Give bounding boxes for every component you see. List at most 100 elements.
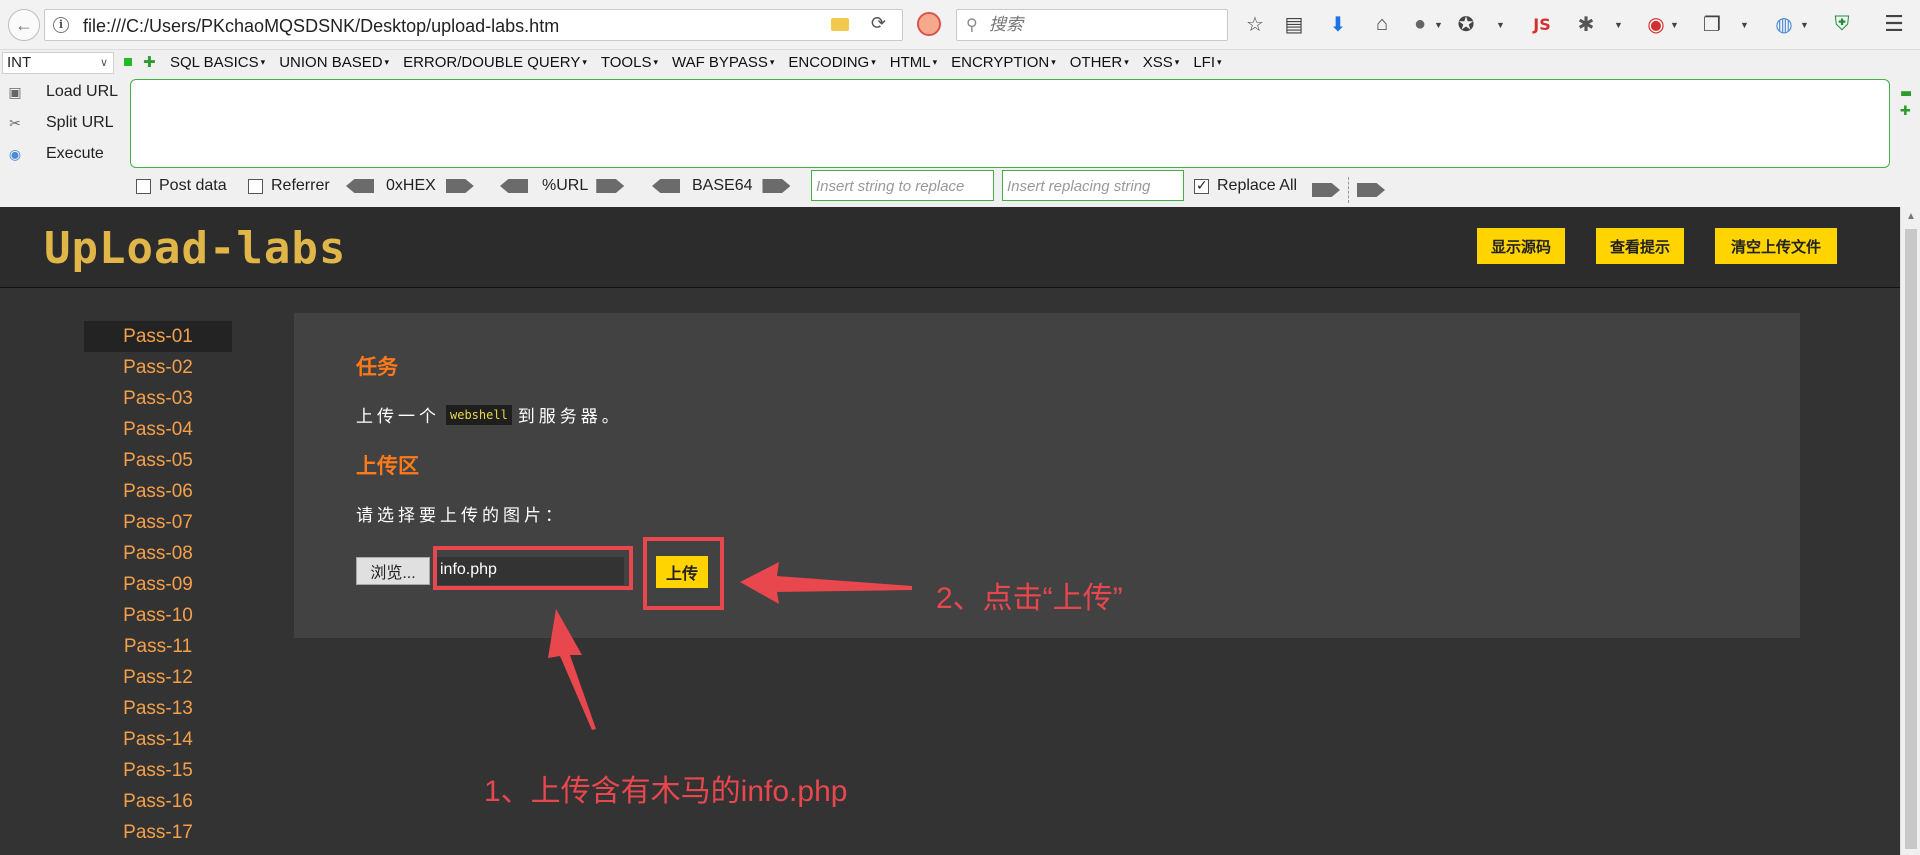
sidebar-item-pass-12[interactable]: Pass-12 (84, 662, 232, 693)
task-description: 上传一个 webshell 到服务器。 (356, 402, 623, 427)
home-icon[interactable]: ⌂ (1370, 12, 1394, 36)
sidebar-item-pass-10[interactable]: Pass-10 (84, 600, 232, 631)
replace-run-arrow-icon[interactable] (1312, 183, 1340, 197)
folder-icon[interactable] (831, 18, 849, 31)
palette-caret-icon[interactable]: ▼ (1496, 20, 1505, 30)
globe-icon[interactable]: ● (1408, 12, 1432, 36)
clear-uploads-button[interactable]: 清空上传文件 (1715, 228, 1837, 264)
sidebar-item-pass-15[interactable]: Pass-15 (84, 755, 232, 786)
reload-icon[interactable]: ⟳ (871, 13, 886, 34)
shield-red-icon[interactable]: ◉ (1644, 12, 1668, 36)
search-icon: ⚲ (966, 17, 978, 34)
replace-all-checkbox[interactable] (1194, 177, 1209, 194)
sidebar-item-pass-03[interactable]: Pass-03 (84, 383, 232, 414)
hackbar-url-textarea[interactable] (130, 79, 1890, 168)
annotation-step1-text: 1、上传含有木马的info.php (484, 775, 848, 808)
js-toggle-icon[interactable]: JS (1530, 12, 1554, 36)
globe-caret-icon[interactable]: ▼ (1434, 20, 1443, 30)
referrer-checkbox[interactable] (248, 178, 263, 194)
shield-caret-icon[interactable]: ▼ (1670, 20, 1679, 30)
hex-decode-arrow-icon[interactable] (445, 179, 474, 193)
sidebar-item-pass-04[interactable]: Pass-04 (84, 414, 232, 445)
url-text[interactable]: file:///C:/Users/PKchaoMQSDSNK/Desktop/u… (83, 16, 559, 37)
noscript-icon[interactable] (917, 12, 941, 36)
sidebar-item-pass-16[interactable]: Pass-16 (84, 786, 232, 817)
minus-icon[interactable] (124, 58, 132, 66)
sidebar-item-pass-08[interactable]: Pass-08 (84, 538, 232, 569)
sidebar-item-pass-11[interactable]: Pass-11 (84, 631, 232, 662)
sidebar-item-pass-07[interactable]: Pass-07 (84, 507, 232, 538)
menu-tools[interactable]: TOOLS (601, 54, 658, 71)
sidebar-item-pass-01[interactable]: Pass-01 (84, 321, 232, 352)
translate-caret-icon[interactable]: ▼ (1800, 20, 1809, 30)
bug-icon[interactable]: ✱ (1574, 12, 1598, 36)
sidebar-item-pass-06[interactable]: Pass-06 (84, 476, 232, 507)
site-info-icon[interactable]: i (53, 17, 69, 33)
textarea-minus-icon[interactable]: ▬ (1900, 86, 1912, 101)
hackbar-type-select[interactable]: INT ∨ (2, 52, 114, 74)
menu-other[interactable]: OTHER (1070, 54, 1129, 71)
hex-encode-arrow-icon[interactable] (346, 179, 374, 193)
show-hint-button[interactable]: 查看提示 (1596, 228, 1684, 264)
annotation-step2-text: 2、点击“上传” (936, 582, 1123, 615)
sidebar-item-pass-02[interactable]: Pass-02 (84, 352, 232, 383)
menu-union-based[interactable]: UNION BASED (279, 54, 389, 71)
menu-xss[interactable]: XSS (1143, 54, 1180, 71)
sidebar-item-pass-14[interactable]: Pass-14 (84, 724, 232, 755)
hamburger-menu-icon[interactable]: ☰ (1882, 11, 1906, 36)
url-bar[interactable]: i file:///C:/Users/PKchaoMQSDSNK/Desktop… (44, 9, 903, 41)
search-bar[interactable]: ⚲ (956, 9, 1228, 41)
replace-string-input[interactable]: Insert string to replace (811, 170, 994, 201)
hackbar-type-value: INT (7, 54, 32, 71)
pass-sidebar: Pass-01 Pass-02 Pass-03 Pass-04 Pass-05 … (84, 321, 232, 848)
window-caret-icon[interactable]: ▼ (1740, 20, 1749, 30)
back-button-icon[interactable]: ← (8, 9, 40, 41)
show-source-button[interactable]: 显示源码 (1477, 228, 1565, 264)
search-input[interactable] (989, 14, 1219, 36)
menu-waf-bypass[interactable]: WAF BYPASS (672, 54, 774, 71)
replace-all-option[interactable]: Replace All (1194, 177, 1297, 195)
scroll-up-icon[interactable]: ▲ (1906, 211, 1916, 222)
load-url-button[interactable]: ▣ Load URL (6, 80, 118, 104)
bug-caret-icon[interactable]: ▼ (1614, 20, 1623, 30)
site-logo[interactable]: UpLoad-labs (44, 223, 346, 274)
window-icon[interactable]: ❐ (1700, 12, 1724, 36)
menu-encryption[interactable]: ENCRYPTION (951, 54, 1056, 71)
menu-error-double-query[interactable]: ERROR/DOUBLE QUERY (403, 54, 587, 71)
post-data-option[interactable]: Post data (136, 177, 227, 195)
bookmark-star-icon[interactable]: ☆ (1243, 12, 1267, 36)
sidebar-item-pass-17[interactable]: Pass-17 (84, 817, 232, 848)
sidebar-item-pass-13[interactable]: Pass-13 (84, 693, 232, 724)
base64-label: BASE64 (692, 177, 753, 194)
adblock-shield-icon[interactable]: ⛨ (1830, 12, 1854, 36)
execute-button[interactable]: ◉ Execute (6, 142, 104, 166)
replace-next-arrow-icon[interactable] (1357, 183, 1385, 197)
base64-encode-arrow-icon[interactable] (652, 179, 680, 193)
annotation-upload-highlight (643, 537, 724, 610)
play-icon: ◉ (8, 145, 22, 162)
plus-icon[interactable]: ✚ (143, 53, 156, 71)
scrollbar-thumb[interactable] (1905, 229, 1917, 849)
menu-sql-basics[interactable]: SQL BASICS (170, 54, 265, 71)
page-scrollbar[interactable]: ▲ (1900, 207, 1920, 855)
replacing-string-input[interactable]: Insert replacing string (1002, 170, 1184, 201)
textarea-plus-icon[interactable]: ✚ (1900, 104, 1911, 119)
menu-html[interactable]: HTML (890, 54, 937, 71)
download-icon[interactable]: ⬇ (1326, 12, 1350, 36)
referrer-option[interactable]: Referrer (248, 177, 330, 195)
post-data-checkbox[interactable] (136, 178, 151, 194)
task-title: 任务 (356, 355, 398, 379)
split-url-button[interactable]: ✂ Split URL (6, 111, 113, 135)
sidebar-item-pass-05[interactable]: Pass-05 (84, 445, 232, 476)
browse-button[interactable]: 浏览... (356, 557, 430, 585)
menu-lfi[interactable]: LFI (1193, 54, 1221, 71)
url-encode-arrow-icon[interactable] (500, 179, 528, 193)
reading-list-icon[interactable]: ▤ (1282, 12, 1306, 36)
palette-icon[interactable]: ✪ (1454, 12, 1478, 36)
menu-encoding[interactable]: ENCODING (788, 54, 875, 71)
translate-icon[interactable]: ◍ (1772, 12, 1796, 36)
base64-decode-arrow-icon[interactable] (762, 179, 791, 193)
execute-label: Execute (46, 145, 104, 162)
url-decode-arrow-icon[interactable] (596, 179, 625, 193)
sidebar-item-pass-09[interactable]: Pass-09 (84, 569, 232, 600)
